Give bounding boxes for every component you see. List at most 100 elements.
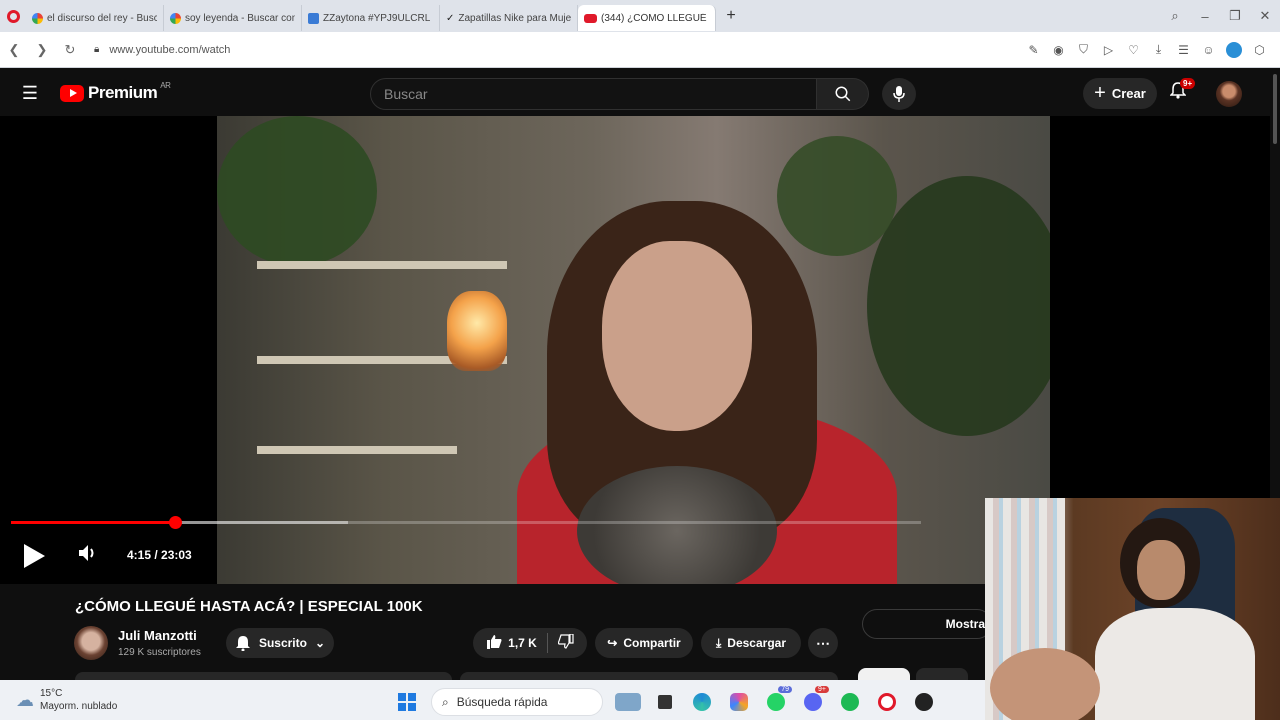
account-avatar[interactable] [1216, 81, 1242, 107]
camera-icon[interactable]: ◉ [1046, 43, 1071, 57]
dog [577, 466, 777, 584]
opera-menu-icon[interactable] [0, 0, 26, 32]
channel-name[interactable]: Juli Manzotti [118, 628, 197, 643]
opera-icon[interactable] [868, 690, 905, 714]
subscribed-button[interactable]: Suscrito ⌄ [226, 628, 334, 658]
obs-icon[interactable] [905, 690, 942, 714]
widgets-icon[interactable] [609, 690, 646, 714]
tab-label: ZZaytona #YPJ9ULCRL Cla [323, 12, 433, 24]
minimize-icon[interactable]: – [1190, 9, 1220, 24]
weather-widget[interactable]: ☁ 15°C Mayorm. nublado [0, 687, 117, 713]
lock-icon: 🔒︎ [94, 44, 100, 55]
discord-badge: 9+ [815, 686, 829, 693]
file-explorer-icon[interactable] [646, 690, 683, 714]
search-button[interactable] [817, 78, 869, 110]
plus-icon: + [1094, 82, 1106, 104]
edge-icon[interactable] [683, 690, 720, 714]
taskbar-search-label: Búsqueda rápida [456, 695, 548, 709]
start-button[interactable] [388, 690, 425, 714]
google-icon [32, 12, 43, 24]
browser-tab[interactable]: ✓ Zapatillas Nike para Mujer [440, 5, 578, 31]
nike-icon: ✓ [446, 12, 455, 24]
channel-avatar[interactable] [74, 626, 108, 660]
thumbs-down-icon [557, 633, 574, 649]
tab-label: el discurso del rey - Busca [47, 12, 157, 24]
microphone-icon [893, 86, 905, 102]
forward-icon[interactable]: ❯ [28, 42, 56, 58]
tab-label: Zapatillas Nike para Mujer [458, 12, 571, 24]
url-field[interactable]: 🔒︎ www.youtube.com/watch [94, 44, 230, 56]
played-bar [11, 521, 175, 524]
notifications-button[interactable]: 9+ [1169, 78, 1196, 104]
search-input[interactable] [370, 78, 817, 110]
play-icon[interactable]: ▷ [1096, 43, 1121, 57]
show-chat-button[interactable]: Mostra [862, 609, 992, 639]
spotify-icon[interactable] [831, 690, 868, 714]
scrubber-handle[interactable] [168, 516, 182, 529]
tab-label: (344) ¿CÓMO LLEGUÉ HA [601, 12, 709, 24]
url-text: www.youtube.com/watch [109, 43, 231, 56]
close-icon[interactable]: ✕ [1250, 8, 1280, 24]
hamburger-menu-icon[interactable]: ☰ [0, 83, 60, 104]
download-label: Descargar [727, 636, 787, 650]
youtube-logo[interactable]: Premium AR [60, 80, 171, 103]
back-icon[interactable]: ❮ [0, 42, 28, 58]
like-count: 1,7 K [508, 636, 537, 650]
temperature: 15°C [40, 688, 63, 699]
browser-tab[interactable]: ZZaytona #YPJ9ULCRL Cla [302, 5, 440, 31]
region-code: AR [160, 80, 171, 90]
site-icon [308, 12, 319, 24]
share-label: Compartir [623, 636, 681, 650]
chevron-down-icon: ⌄ [314, 636, 326, 650]
windows-icon [397, 693, 416, 711]
browser-tab[interactable]: soy leyenda - Buscar con ( [164, 5, 302, 31]
more-actions-button[interactable]: ⋯ [808, 628, 838, 658]
share-button[interactable]: ↪ Compartir [595, 628, 693, 658]
download-icon[interactable]: ⤓ [1146, 42, 1171, 57]
menu-icon[interactable]: ☰ [1171, 43, 1196, 57]
download-icon: ⤓ [715, 635, 722, 650]
logo-text: Premium [88, 83, 158, 102]
cube-icon[interactable]: ⬡ [1247, 43, 1272, 57]
download-button[interactable]: ⤓ Descargar [701, 628, 801, 658]
cloud-sun-icon: ☁ [16, 689, 34, 710]
reload-icon[interactable]: ↻ [56, 42, 84, 58]
whatsapp-icon[interactable]: 79 [757, 686, 794, 714]
like-button[interactable] [486, 634, 502, 652]
youtube-icon [584, 13, 597, 23]
like-dislike-group: 1,7 K [473, 628, 587, 658]
heart-icon[interactable]: ♡ [1121, 43, 1146, 57]
more-icon: ⋯ [816, 634, 830, 651]
whatsapp-badge: 79 [778, 686, 792, 693]
shield-icon[interactable]: ⛉ [1071, 42, 1096, 57]
profile-icon[interactable]: ☺ [1196, 43, 1221, 57]
discord-icon[interactable]: 9+ [794, 686, 831, 714]
subscriber-count: 129 K suscriptores [118, 647, 201, 658]
browser-tab[interactable]: el discurso del rey - Busca [26, 5, 164, 31]
create-button[interactable]: + Crear [1083, 78, 1157, 109]
person-face [602, 241, 752, 431]
thumbs-up-icon [487, 635, 502, 649]
maximize-icon[interactable]: ❐ [1220, 8, 1250, 24]
tab-label: soy leyenda - Buscar con ( [185, 12, 295, 24]
youtube-play-icon [60, 84, 84, 102]
search-icon: ⌕ [442, 694, 449, 709]
edit-icon[interactable]: ✎ [1021, 43, 1046, 57]
browser-tab-active[interactable]: (344) ¿CÓMO LLEGUÉ HA [578, 5, 716, 31]
show-label: Mostra [945, 617, 985, 631]
taskbar-search[interactable]: ⌕ Búsqueda rápida [431, 688, 603, 716]
volume-icon[interactable] [78, 544, 98, 567]
tab-search-icon[interactable]: ⌕ [1160, 8, 1190, 24]
browser-tab-bar: el discurso del rey - Busca soy leyenda … [0, 0, 1280, 32]
google-icon [170, 12, 181, 24]
progress-bar[interactable] [11, 516, 921, 529]
dislike-button[interactable] [557, 633, 574, 652]
search-box [370, 78, 869, 110]
address-bar: ❮ ❯ ↻ 🔒︎ www.youtube.com/watch ✎ ◉ ⛉ ▷ ♡… [0, 32, 1280, 68]
copilot-icon[interactable] [720, 690, 757, 714]
bell-icon [235, 636, 250, 651]
new-tab-button[interactable]: + [720, 5, 742, 27]
voice-search-button[interactable] [882, 78, 916, 110]
extension-icon[interactable] [1226, 41, 1242, 58]
play-icon[interactable] [24, 544, 45, 568]
